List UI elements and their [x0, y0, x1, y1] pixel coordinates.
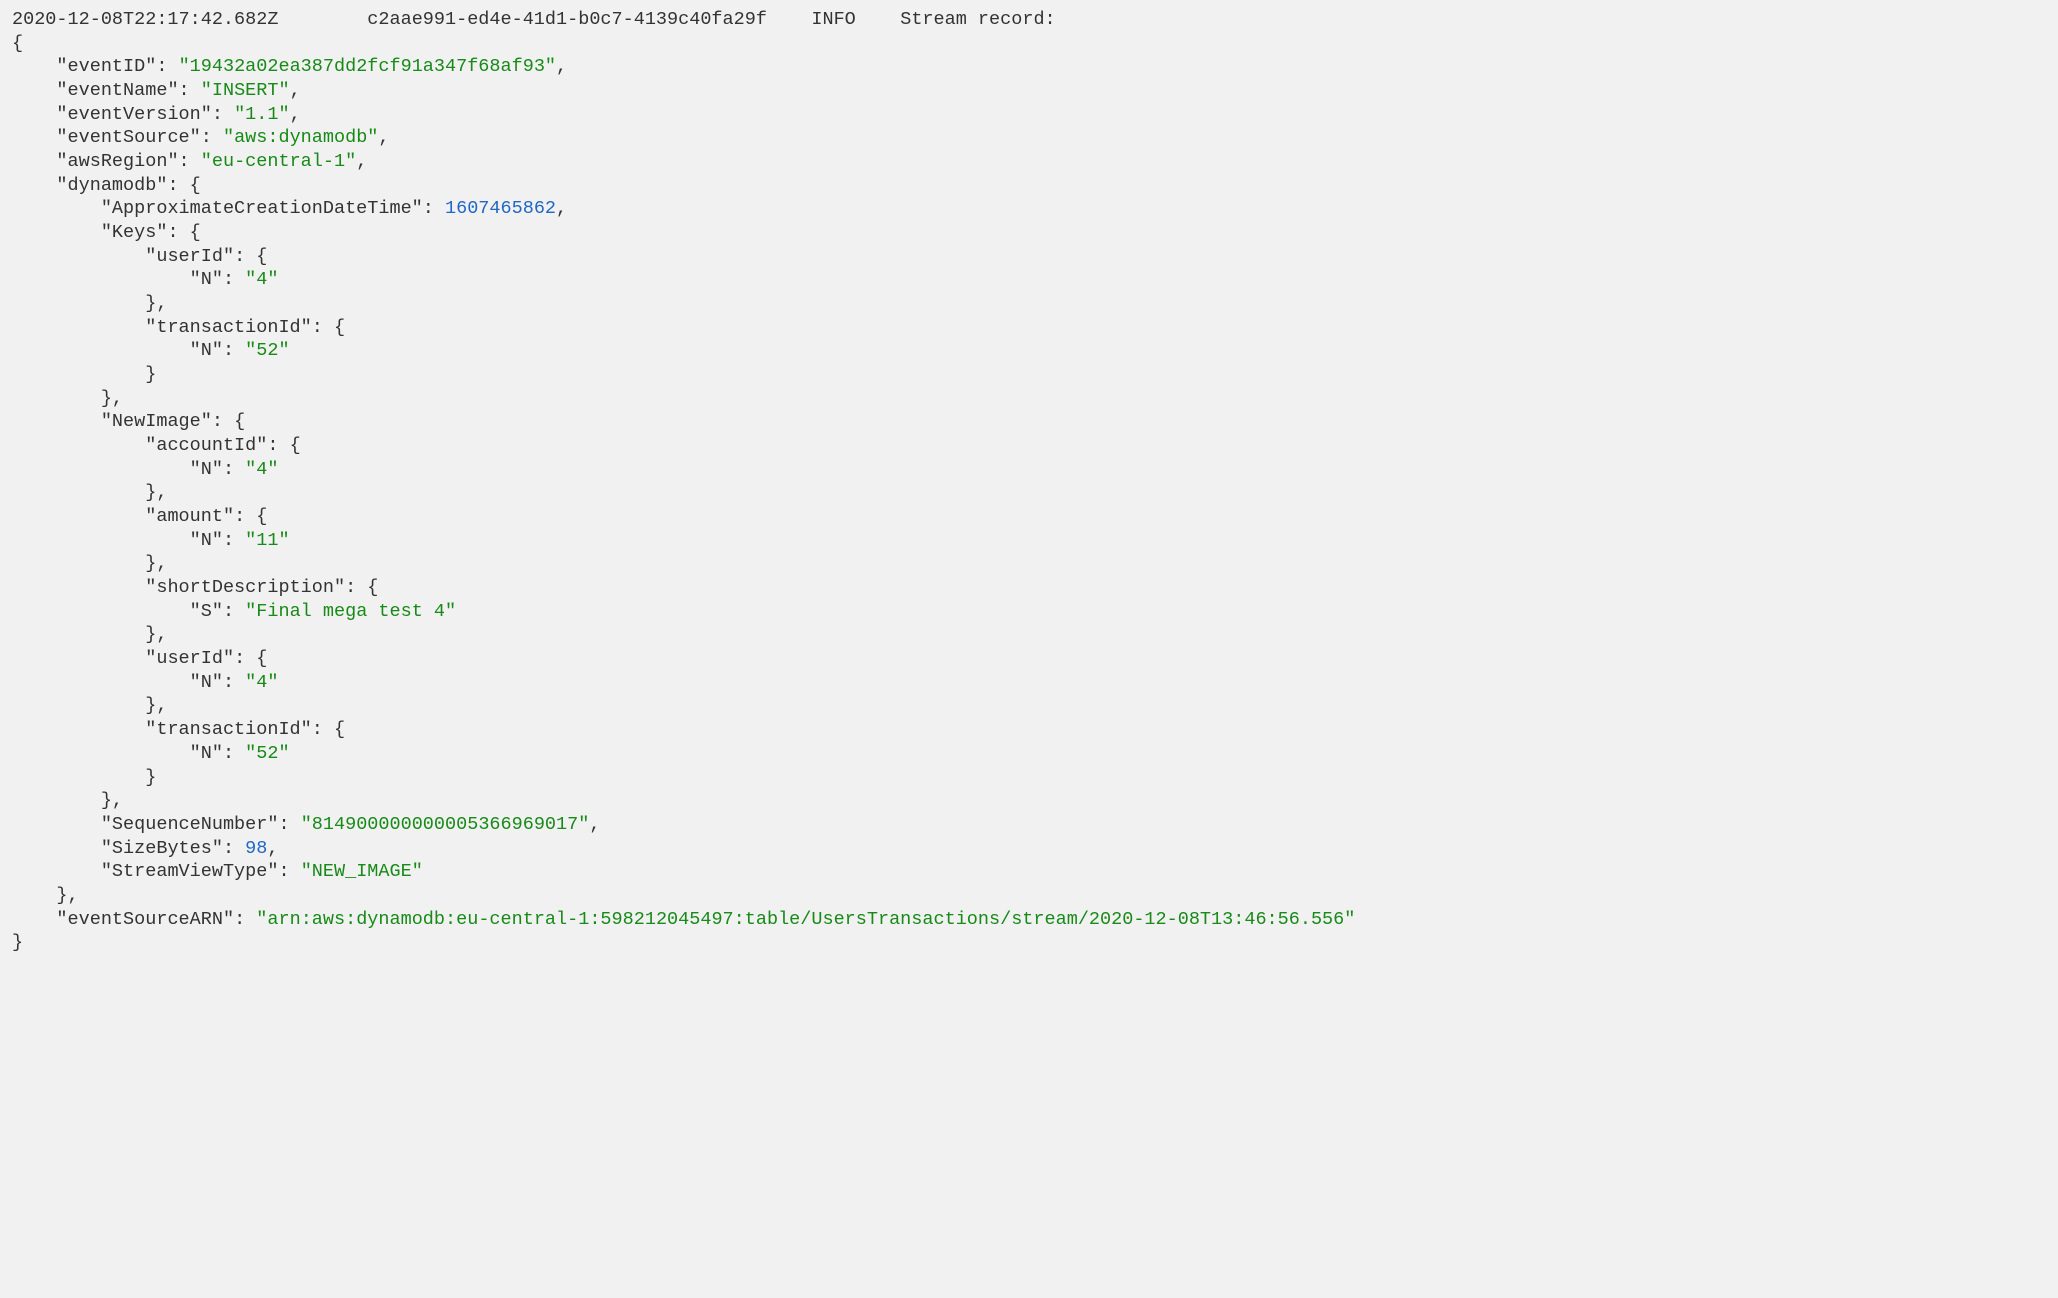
log-timestamp: 2020-12-08T22:17:42.682Z — [12, 9, 278, 30]
log-message: Stream record: — [900, 9, 1055, 30]
log-level: INFO — [811, 9, 855, 30]
log-header-line: 2020-12-08T22:17:42.682Z c2aae991-ed4e-4… — [12, 9, 1056, 30]
log-request-id: c2aae991-ed4e-41d1-b0c7-4139c40fa29f — [367, 9, 767, 30]
log-output: 2020-12-08T22:17:42.682Z c2aae991-ed4e-4… — [0, 0, 2058, 995]
log-json-body: { "eventID": "19432a02ea387dd2fcf91a347f… — [12, 33, 1355, 954]
